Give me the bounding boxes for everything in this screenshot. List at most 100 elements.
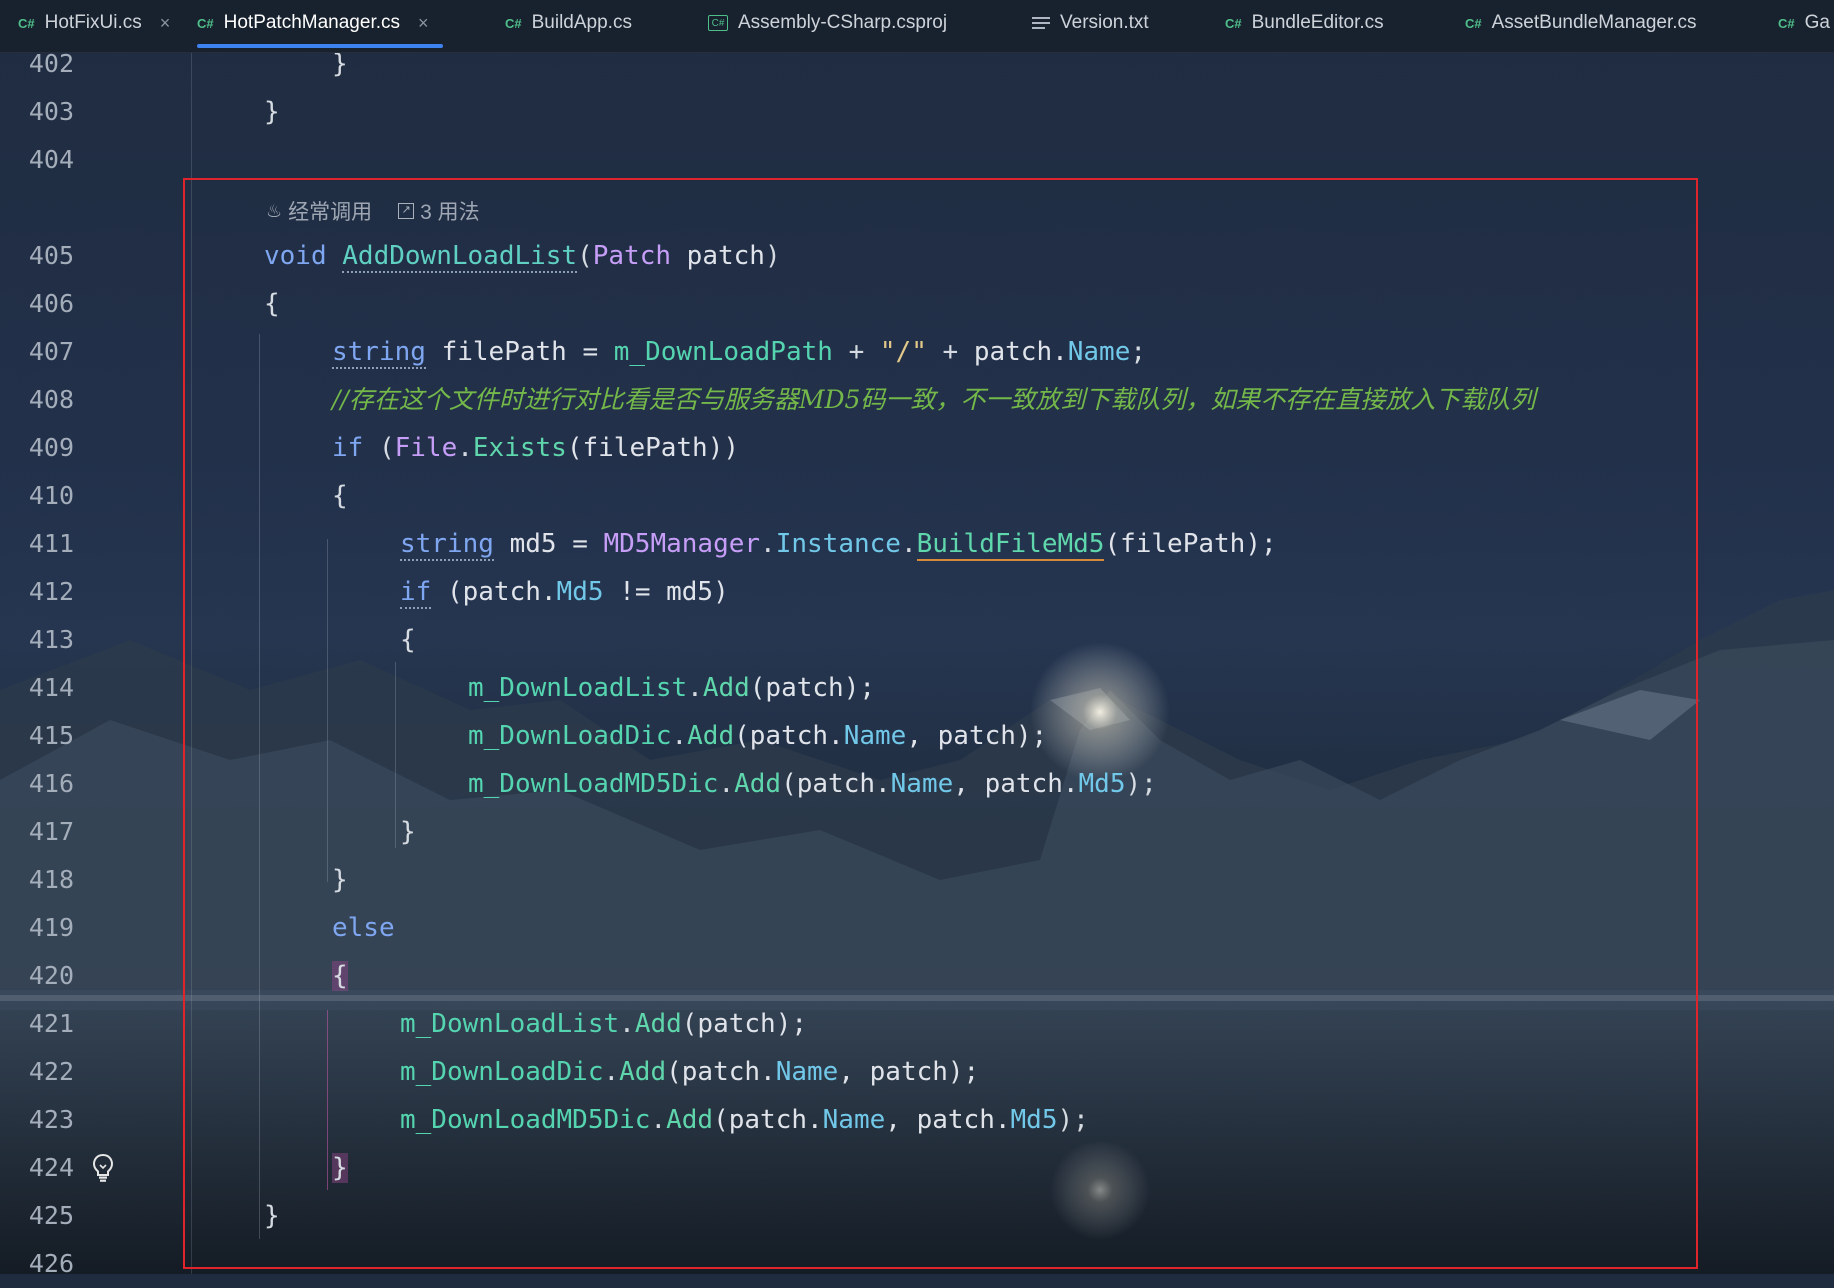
frequent-call-hint: 经常调用 <box>288 201 373 224</box>
code-text: { <box>264 289 280 319</box>
code-line[interactable]: 419 else <box>0 904 1834 952</box>
editor-tab-bar: C# HotFixUi.cs × C# HotPatchManager.cs ×… <box>0 0 1834 53</box>
code-line[interactable]: 410 { <box>0 472 1834 520</box>
code-line[interactable]: 412 if (patch.Md5 != md5) <box>0 568 1834 616</box>
usages-icon: ↗ <box>398 203 415 219</box>
code-text: } <box>264 97 280 127</box>
code-line[interactable]: 404 <box>0 136 1834 184</box>
method-name: AddDownLoadList <box>342 241 578 273</box>
code-vision-hint[interactable]: ♨ 经常调用 ↗ 3 用法 <box>266 196 480 226</box>
code-line[interactable]: 425 } <box>0 1192 1834 1240</box>
code-text: else <box>332 913 395 943</box>
code-line[interactable]: 413 { <box>0 616 1834 664</box>
code-text: m_DownLoadList.Add(patch); <box>468 673 876 703</box>
line-number: 414 <box>28 673 74 702</box>
code-text: m_DownLoadList.Add(patch); <box>400 1009 808 1039</box>
close-icon[interactable]: × <box>160 13 171 34</box>
tab-label: Ga <box>1804 12 1830 33</box>
csharp-file-icon: C# <box>1778 15 1795 31</box>
lightbulb-icon[interactable] <box>90 1144 116 1192</box>
code-line[interactable]: 407 string filePath = m_DownLoadPath + "… <box>0 328 1834 376</box>
code-line[interactable]: 409 if (File.Exists(filePath)) <box>0 424 1834 472</box>
code-text: void AddDownLoadList(Patch patch) <box>264 241 781 273</box>
code-editor[interactable]: ♨ 经常调用 ↗ 3 用法 402 } 403 } 404 405 void A… <box>0 49 1834 1278</box>
code-line[interactable]: 422 m_DownLoadDic.Add(patch.Name, patch)… <box>0 1048 1834 1096</box>
line-number: 418 <box>28 865 74 894</box>
csharp-file-icon: C# <box>505 15 522 31</box>
tab-label: BundleEditor.cs <box>1251 12 1384 33</box>
text-file-icon <box>1032 14 1050 32</box>
tab-bundleeditor[interactable]: C# BundleEditor.cs <box>1225 0 1384 46</box>
lightbulb-icon <box>92 1153 114 1182</box>
tab-hotpatchmanager[interactable]: C# HotPatchManager.cs × <box>197 0 443 48</box>
tab-assembly-csharp-csproj[interactable]: C# Assembly-CSharp.csproj <box>708 0 947 46</box>
usages-count-hint[interactable]: 3 用法 <box>420 196 480 226</box>
code-line[interactable]: 403 } <box>0 88 1834 136</box>
code-text: { <box>332 481 348 511</box>
tab-ga[interactable]: C# Ga <box>1778 0 1830 46</box>
line-number: 413 <box>28 625 74 654</box>
line-number: 423 <box>28 1105 74 1134</box>
code-line[interactable]: 411 string md5 = MD5Manager.Instance.Bui… <box>0 520 1834 568</box>
line-number: 408 <box>28 385 74 414</box>
line-number: 403 <box>28 97 74 126</box>
code-text: } <box>332 1144 348 1192</box>
code-line[interactable]: 424 } <box>0 1144 1834 1192</box>
code-line[interactable]: 405 void AddDownLoadList(Patch patch) <box>0 232 1834 280</box>
code-text: m_DownLoadDic.Add(patch.Name, patch); <box>400 1057 980 1087</box>
csharp-file-icon: C# <box>197 15 214 31</box>
code-comment: //存在这个文件时进行对比看是否与服务器MD5码一致，不一致放到下载队列，如果不… <box>332 385 1536 414</box>
code-line[interactable]: 420 { <box>0 952 1834 1000</box>
line-number: 409 <box>28 433 74 462</box>
line-number: 404 <box>28 145 74 174</box>
line-number: 412 <box>28 577 74 606</box>
code-line[interactable]: 414 m_DownLoadList.Add(patch); <box>0 664 1834 712</box>
tab-label: Version.txt <box>1060 12 1149 33</box>
code-text: string filePath = m_DownLoadPath + "/" +… <box>332 337 1147 369</box>
tab-buildapp[interactable]: C# BuildApp.cs <box>505 0 632 46</box>
tab-label: BuildApp.cs <box>531 12 632 33</box>
line-number: 417 <box>28 817 74 846</box>
code-text: if (File.Exists(filePath)) <box>332 433 740 463</box>
tab-label: Assembly-CSharp.csproj <box>738 12 948 33</box>
line-number: 406 <box>28 289 74 318</box>
tab-label: AssetBundleManager.cs <box>1491 12 1697 33</box>
code-line[interactable]: 408 //存在这个文件时进行对比看是否与服务器MD5码一致，不一致放到下载队列… <box>0 376 1834 424</box>
code-line[interactable]: 426 <box>0 1240 1834 1288</box>
code-line[interactable]: 423 m_DownLoadMD5Dic.Add(patch.Name, pat… <box>0 1096 1834 1144</box>
code-text: } <box>264 1201 280 1231</box>
code-text: m_DownLoadDic.Add(patch.Name, patch); <box>468 721 1048 751</box>
tab-label: HotFixUi.cs <box>44 12 142 33</box>
line-number: 420 <box>28 961 74 990</box>
fire-icon: ♨ <box>266 200 283 221</box>
code-line[interactable]: 418 } <box>0 856 1834 904</box>
code-line[interactable]: 406 { <box>0 280 1834 328</box>
code-text: { <box>332 952 348 1000</box>
code-text: } <box>400 817 416 847</box>
line-number: 407 <box>28 337 74 366</box>
line-number: 421 <box>28 1009 74 1038</box>
csharp-file-icon: C# <box>18 15 35 31</box>
line-number: 425 <box>28 1201 74 1230</box>
tab-hotfixui[interactable]: C# HotFixUi.cs × <box>18 0 170 46</box>
line-number: 411 <box>28 529 74 558</box>
tab-version-txt[interactable]: Version.txt <box>1032 0 1149 46</box>
line-number: 424 <box>28 1153 74 1182</box>
code-line[interactable]: 417 } <box>0 808 1834 856</box>
line-number: 405 <box>28 241 74 270</box>
csharp-file-icon: C# <box>1225 15 1242 31</box>
tab-assetbundlemanager[interactable]: C# AssetBundleManager.cs <box>1465 0 1697 46</box>
code-line[interactable]: 421 m_DownLoadList.Add(patch); <box>0 1000 1834 1048</box>
code-text: string md5 = MD5Manager.Instance.BuildFi… <box>400 529 1277 561</box>
matched-brace: } <box>332 1153 348 1183</box>
code-line[interactable]: 416 m_DownLoadMD5Dic.Add(patch.Name, pat… <box>0 760 1834 808</box>
line-number: 415 <box>28 721 74 750</box>
code-line[interactable]: 415 m_DownLoadDic.Add(patch.Name, patch)… <box>0 712 1834 760</box>
close-icon[interactable]: × <box>418 13 429 34</box>
tab-label: HotPatchManager.cs <box>223 12 400 33</box>
line-number: 419 <box>28 913 74 942</box>
line-number: 416 <box>28 769 74 798</box>
csproj-file-icon: C# <box>708 15 728 31</box>
csharp-file-icon: C# <box>1465 15 1482 31</box>
code-text: m_DownLoadMD5Dic.Add(patch.Name, patch.M… <box>468 769 1157 799</box>
